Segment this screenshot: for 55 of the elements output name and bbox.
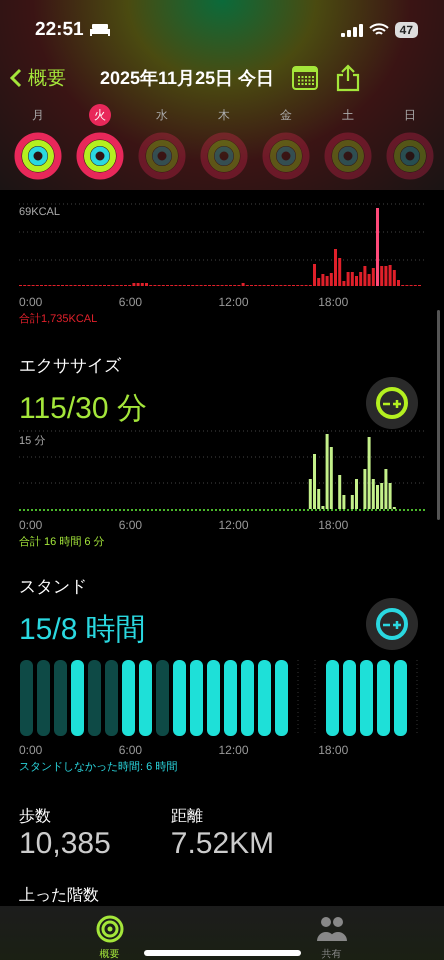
weekday-label[interactable]: 日 (399, 104, 421, 126)
chevron-left-icon (10, 68, 22, 88)
date-title: 2025年11月25日 今日 (100, 67, 274, 90)
stat-label: 距離 (170, 807, 204, 827)
stand-total: スタンドしなかった時間: 6 時間 (19, 760, 178, 774)
share-icon (336, 64, 360, 92)
weekday-label[interactable]: 火 (89, 104, 111, 126)
axis-label: 6:00 (118, 743, 144, 757)
axis-label: 6:00 (118, 518, 144, 532)
bed-icon (90, 24, 110, 36)
wifi-icon (368, 23, 389, 37)
axis-label: 12:00 (218, 518, 250, 532)
status-time: 22:51 (35, 19, 84, 41)
tab-item[interactable]: 共有 (308, 914, 354, 960)
signal-icon (340, 23, 363, 37)
calendar-button[interactable] (292, 66, 318, 90)
weekday-label[interactable]: 木 (213, 104, 235, 126)
activity-rings-icon[interactable] (14, 132, 62, 180)
tab-item[interactable]: 概要 (90, 914, 130, 960)
exercise-total: 合計 16 時間 6 分 (19, 534, 106, 549)
stat-value: 10,385 (19, 827, 111, 861)
section-title: スタンド (19, 576, 88, 598)
minus-plus-icon (374, 385, 410, 421)
add-goal-button[interactable] (366, 598, 418, 650)
axis-label: 0:00 (19, 743, 44, 757)
axis-label: 18:00 (318, 295, 350, 309)
section-title: 上った階数 (18, 886, 100, 906)
activity-rings-icon[interactable] (76, 132, 124, 180)
share-button[interactable] (336, 64, 360, 92)
people-icon (314, 915, 348, 943)
back-button[interactable]: 概要 (10, 65, 66, 91)
weekday-label[interactable]: 金 (275, 104, 297, 126)
scale-label: 15 分 (19, 434, 46, 448)
calorie-total: 合計1,735KCAL (19, 312, 98, 326)
exercise-value: 115/30 分 (19, 391, 147, 427)
stat-value: 7.52KM (170, 827, 274, 861)
add-goal-button[interactable] (366, 377, 418, 429)
stat-label: 歩数 (19, 806, 52, 827)
weekday-label[interactable]: 月 (27, 104, 49, 126)
axis-label: 18:00 (318, 743, 350, 757)
battery-level: 47 (394, 22, 418, 38)
rings-icon (96, 915, 124, 943)
minus-plus-icon (374, 606, 410, 642)
weekday-label[interactable]: 土 (337, 104, 359, 126)
section-title: エクササイズ (19, 355, 122, 377)
calendar-icon (292, 66, 318, 90)
axis-label: 0:00 (19, 295, 44, 309)
axis-label: 0:00 (19, 518, 44, 532)
weekday-label[interactable]: 水 (151, 104, 173, 126)
axis-label: 12:00 (218, 295, 250, 309)
scale-label: 69KCAL (19, 206, 60, 218)
axis-label: 18:00 (318, 518, 350, 532)
axis-label: 6:00 (118, 295, 144, 309)
stand-value: 15/8 時間 (19, 612, 146, 648)
axis-label: 12:00 (218, 743, 250, 757)
